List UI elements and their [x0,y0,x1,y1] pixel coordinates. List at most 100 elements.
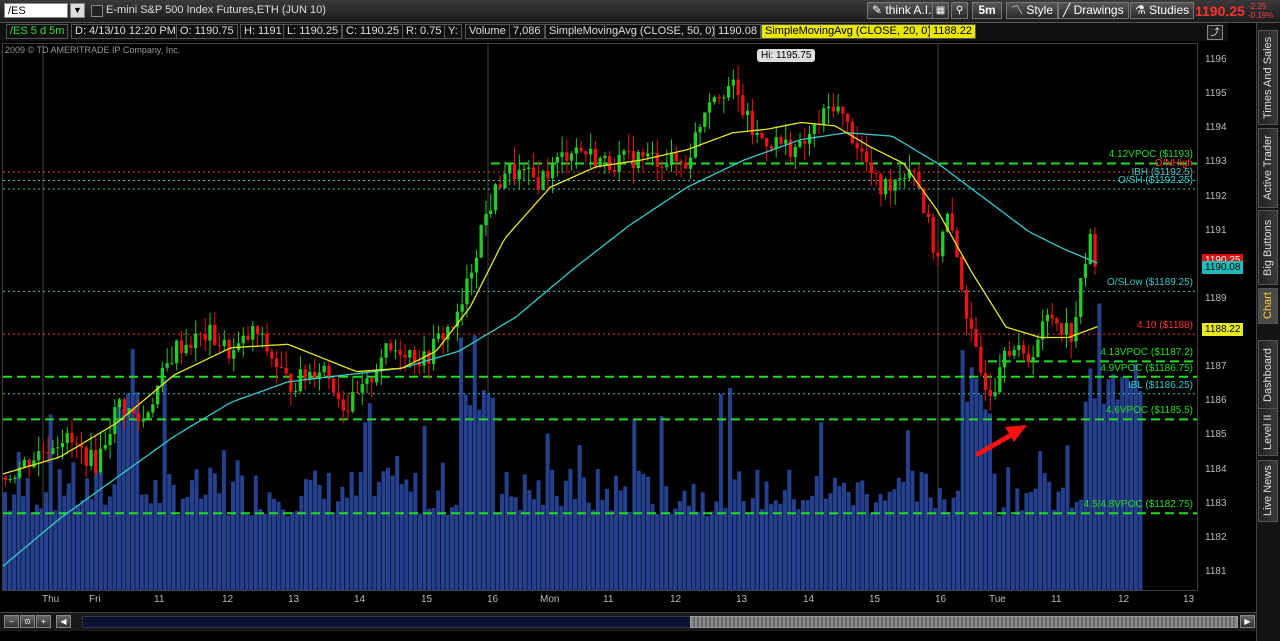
candle-body [274,358,279,367]
candle-body [731,79,735,86]
scrollbar-thumb[interactable] [690,616,1238,628]
volume-bar [504,472,509,590]
candle-body [474,257,479,273]
candle-body [427,351,431,364]
candle-body [884,179,888,195]
candle-body [94,449,98,473]
sma50-label: SimpleMovingAvg (CLOSE, 50, 0) [545,24,720,39]
volume-bar [682,490,687,590]
sidebar-tab-big-buttons[interactable]: Big Buttons [1258,210,1278,285]
volume-value: 7,086 [509,24,545,39]
volume-bar [126,393,131,590]
candle-body [151,404,155,413]
candle-body [389,343,393,351]
x-axis-label: 13 [1183,594,1195,605]
volume-bar [627,512,632,590]
think-ai-button[interactable]: ✎ think A.I. [867,2,937,19]
volume-bar [664,486,669,590]
candle-body [1074,316,1078,342]
volume-bar [171,484,176,590]
volume-bar [431,508,436,590]
chart-plot-area[interactable] [2,43,1198,591]
volume-bar [769,504,774,590]
candle-body [403,354,407,358]
candle-body [593,148,597,167]
sidebar-tab-live-news[interactable]: Live News [1258,460,1278,522]
candle-body [898,178,902,180]
volume-bar [1024,493,1029,590]
volume-bar [1015,488,1020,590]
volume-bar [1019,510,1024,590]
candle-body [408,350,412,358]
candle-body [741,95,745,116]
candle-body [631,151,636,168]
drawings-button[interactable]: ╱ Drawings [1058,2,1129,19]
candle-body [365,378,369,385]
volume-bar [404,479,409,590]
sidebar-tab-times-and-sales[interactable]: Times And Sales [1258,30,1278,125]
candle-body [803,140,807,144]
chart-settings-icon[interactable]: ⤴ [1207,25,1223,40]
candle-body [760,132,764,139]
volume-bar [636,470,641,590]
volume-bar [668,513,673,590]
candle-body [441,333,445,340]
volume-bar [1029,492,1033,590]
link-icon[interactable]: ⚲ [951,2,968,19]
sidebar-tab-chart[interactable]: Chart [1258,288,1278,324]
volume-bar [1038,451,1043,590]
candle-body [1022,345,1026,354]
zoom-in-button[interactable]: + [36,615,51,628]
candle-body [213,324,217,346]
grid-icon[interactable]: ▦ [932,2,949,19]
volume-bar [240,475,245,590]
link-checkbox[interactable] [91,5,103,17]
info-date: D: 4/13/10 12:20 PM [71,24,180,39]
scroll-right-button[interactable]: ▶ [1240,615,1255,628]
candle-body [103,445,107,449]
candle-body [912,170,916,172]
candle-body [232,350,236,359]
volume-bar [221,450,226,590]
candle-body [674,152,678,162]
candle-body [398,350,402,355]
volume-bar [563,480,568,590]
candle-body [355,392,360,394]
symbol-dropdown-button[interactable]: ▼ [70,3,85,18]
volume-bar [901,481,906,590]
candle-body [622,150,626,155]
sma20-label: SimpleMovingAvg (CLOSE, 20, 0) [761,24,936,39]
level-label: 4.13VPOC ($1187.2) [1100,347,1193,358]
x-axis-label: 14 [354,594,366,605]
sidebar-tab-level-ii[interactable]: Level II [1258,408,1278,456]
volume-bar [477,409,482,590]
sma50-tag: 1190.08 [1202,261,1244,274]
candle-body [260,333,264,335]
studies-button[interactable]: ⚗ Studies [1130,2,1195,19]
sidebar-tab-active-trader[interactable]: Active Trader [1258,128,1278,208]
volume-bar [842,482,846,590]
volume-bar [700,492,705,590]
candle-body [574,147,578,154]
style-button[interactable]: 〽 Style [1006,2,1059,19]
volume-bar [1133,363,1138,590]
sidebar-tab-dashboard[interactable]: Dashboard [1258,340,1278,410]
volume-bar [57,469,62,590]
chart-style-icon: 〽 [1011,3,1027,17]
candle-body [707,102,712,113]
zoom-out-button[interactable]: − [4,615,19,628]
volume-bar [436,490,441,590]
scroll-left-button[interactable]: ◀ [56,615,71,628]
symbol-input[interactable]: /ES [4,3,68,18]
candle-body [222,339,226,347]
volume-bar [294,510,299,590]
zoom-reset-button[interactable]: ⊙ [20,615,35,628]
candle-body [831,106,835,112]
volume-bar [513,497,518,590]
candle-body [136,413,141,422]
volume-bar [249,515,254,590]
timeframe-button[interactable]: 5m [972,2,1002,19]
volume-bar [646,476,650,590]
candle-body [722,97,726,99]
volume-bar [864,494,869,590]
